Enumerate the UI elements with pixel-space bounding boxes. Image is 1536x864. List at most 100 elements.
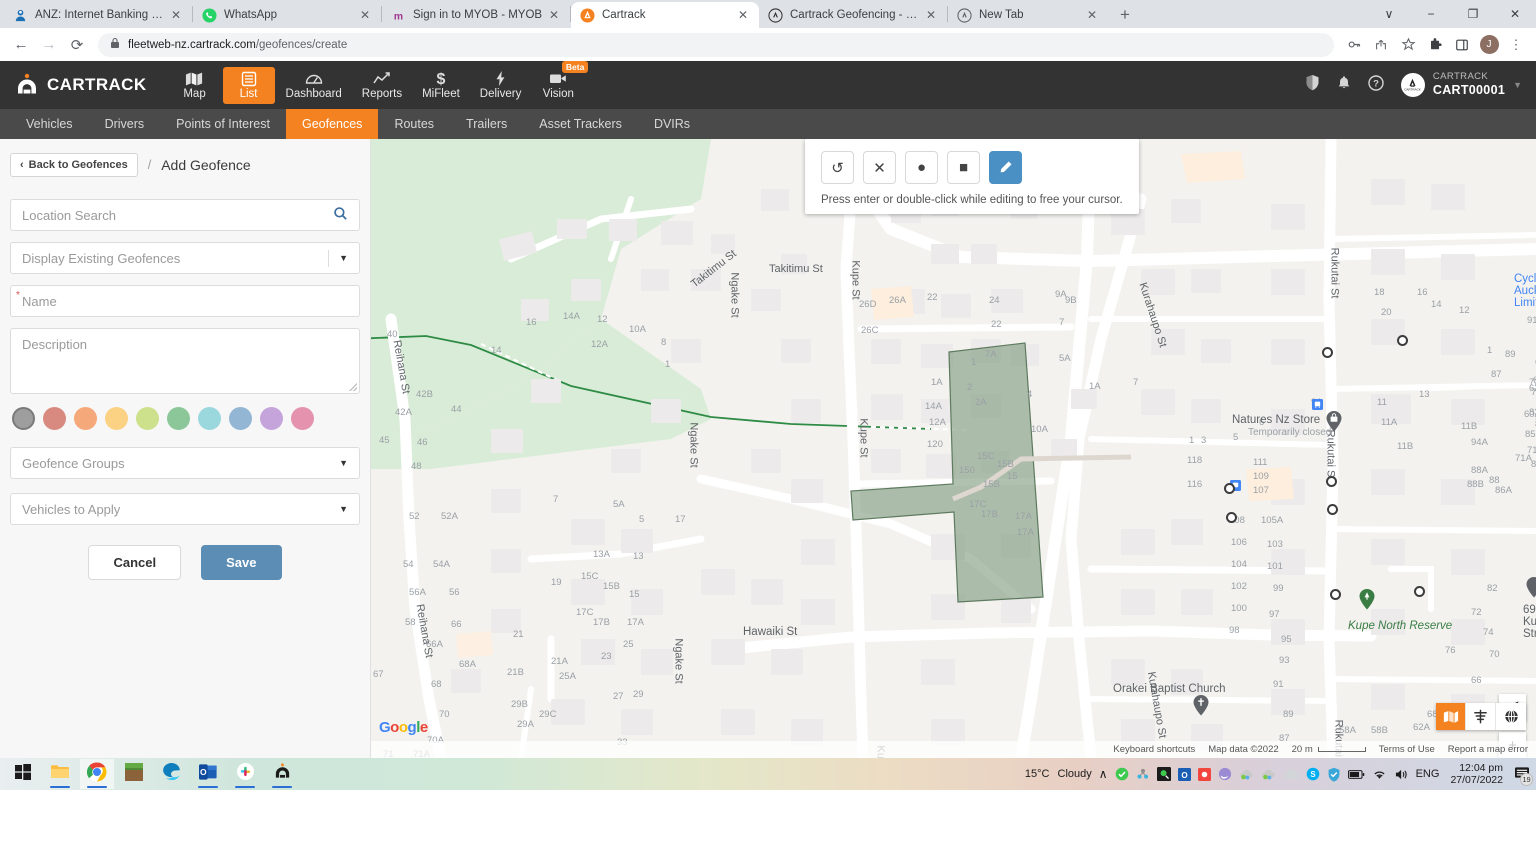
color-swatch-blue[interactable]	[229, 407, 252, 430]
color-swatch-green[interactable]	[167, 407, 190, 430]
back-to-geofences-button[interactable]: ‹ Back to Geofences	[10, 153, 138, 177]
subnav-item-dvirs[interactable]: DVIRs	[638, 109, 706, 139]
help-icon[interactable]: ?	[1368, 75, 1384, 95]
nav-item-mifleet[interactable]: $ MiFleet	[413, 67, 469, 104]
wifi-icon[interactable]	[1372, 768, 1387, 780]
globe-icon[interactable]	[1496, 703, 1526, 730]
geofence-groups-select[interactable]: Geofence Groups ▼	[10, 447, 360, 479]
cartrack-logo[interactable]: CARTRACK	[14, 72, 147, 98]
color-swatch-lime[interactable]	[136, 407, 159, 430]
language-indicator[interactable]: ENG	[1416, 768, 1440, 780]
screen-icon[interactable]	[1157, 767, 1171, 781]
back-icon[interactable]: ←	[8, 32, 34, 58]
subnav-item-vehicles[interactable]: Vehicles	[10, 109, 89, 139]
nav-item-delivery[interactable]: Delivery	[471, 67, 531, 104]
color-swatch-pink[interactable]	[291, 407, 314, 430]
new-tab-button[interactable]: +	[1111, 2, 1139, 28]
map-layers-icon[interactable]	[1436, 703, 1466, 730]
file-explorer-button[interactable]	[43, 759, 77, 789]
extensions-icon[interactable]	[1423, 33, 1447, 57]
nav-item-map[interactable]: Map	[169, 67, 221, 104]
subnav-item-asset-trackers[interactable]: Asset Trackers	[523, 109, 638, 139]
red-app-icon[interactable]	[1198, 768, 1211, 781]
cancel-button[interactable]: Cancel	[88, 545, 181, 580]
nav-item-reports[interactable]: Reports	[353, 67, 411, 104]
bookmark-star-icon[interactable]	[1396, 33, 1420, 57]
share-icon[interactable]	[1369, 33, 1393, 57]
chevron-down-icon[interactable]: ▼	[339, 253, 348, 263]
color-swatch-red[interactable]	[43, 407, 66, 430]
keyboard-shortcuts-link[interactable]: Keyboard shortcuts	[1113, 744, 1195, 755]
browser-tab[interactable]: Cartrack Geofencing - Cartrack™ ✕	[759, 2, 947, 28]
shield-icon[interactable]	[1305, 74, 1320, 95]
square-icon[interactable]: ■	[947, 151, 980, 184]
pencil-icon[interactable]	[989, 151, 1022, 184]
notification-center-button[interactable]: 19	[1514, 766, 1530, 783]
edge-tray-icon[interactable]	[1218, 767, 1232, 781]
search-icon[interactable]	[333, 206, 348, 224]
circle-icon[interactable]: ●	[905, 151, 938, 184]
color-swatch-yellow[interactable]	[105, 407, 128, 430]
undo-icon[interactable]: ↺	[821, 151, 854, 184]
subnav-item-drivers[interactable]: Drivers	[89, 109, 161, 139]
close-window-button[interactable]: ✕	[1494, 0, 1536, 28]
close-icon[interactable]: ✕	[168, 7, 184, 23]
terms-of-use-link[interactable]: Terms of Use	[1379, 744, 1435, 755]
location-search-input[interactable]: Location Search	[10, 199, 360, 231]
subnav-item-points-of-interest[interactable]: Points of Interest	[160, 109, 286, 139]
close-icon[interactable]: ✕	[357, 7, 373, 23]
address-bar[interactable]: fleetweb-nz.cartrack.com/geofences/creat…	[98, 33, 1334, 57]
close-icon[interactable]: ✕	[546, 7, 562, 23]
street-view-icon[interactable]	[1466, 703, 1496, 730]
volume-icon[interactable]	[1394, 768, 1409, 781]
browser-tab-active[interactable]: Cartrack ✕	[571, 2, 759, 28]
onedrive-sync-icon-2[interactable]	[1261, 767, 1276, 781]
checkmark-icon[interactable]	[1115, 767, 1129, 781]
network-share-icon[interactable]	[1136, 767, 1150, 781]
close-icon[interactable]: ✕	[1084, 7, 1100, 23]
close-icon[interactable]: ✕	[923, 7, 939, 23]
google-chrome-button[interactable]	[80, 759, 114, 789]
display-existing-geofences-select[interactable]: Display Existing Geofences ▼	[10, 242, 360, 274]
forward-icon[interactable]: →	[36, 32, 62, 58]
color-swatch-cyan[interactable]	[198, 407, 221, 430]
cartrack-app-button[interactable]	[265, 759, 299, 789]
color-swatch-orange[interactable]	[74, 407, 97, 430]
maximize-button[interactable]: ❐	[1452, 0, 1494, 28]
browser-tab[interactable]: m Sign in to MYOB - MYOB ✕	[382, 2, 570, 28]
sidepanel-icon[interactable]	[1450, 33, 1474, 57]
close-icon[interactable]: ✕	[735, 7, 751, 23]
weather-widget[interactable]: 15°C Cloudy	[1025, 768, 1092, 780]
nav-item-dashboard[interactable]: Dashboard	[277, 67, 351, 104]
profile-avatar[interactable]: J	[1477, 33, 1501, 57]
account-switcher[interactable]: CARTRACK CARTRACK CART00001 ▼	[1401, 72, 1522, 97]
report-map-error-link[interactable]: Report a map error	[1448, 744, 1528, 755]
nav-item-vision[interactable]: Beta Vision	[532, 67, 584, 104]
show-hidden-icons-button[interactable]: ∧	[1099, 767, 1108, 781]
cloud-icon[interactable]	[1283, 768, 1299, 781]
browser-tab[interactable]: WhatsApp ✕	[193, 2, 381, 28]
close-icon[interactable]: ✕	[863, 151, 896, 184]
bell-icon[interactable]	[1337, 75, 1351, 95]
name-input[interactable]: * Name	[10, 285, 360, 317]
chevron-down-icon[interactable]: ▼	[339, 504, 348, 514]
microsoft-edge-button[interactable]	[154, 759, 188, 789]
map-canvas[interactable]: Takitimu St Takitimu St Ngake St Kupe St…	[371, 139, 1536, 758]
browser-menu-icon[interactable]: ⋮	[1504, 33, 1528, 57]
minecraft-button[interactable]	[117, 759, 151, 789]
reload-icon[interactable]: ⟳	[64, 32, 90, 58]
minimize-button[interactable]: −	[1410, 0, 1452, 28]
skype-icon[interactable]: S	[1306, 767, 1320, 781]
chevron-down-icon[interactable]: ▼	[1513, 80, 1522, 90]
nav-item-list[interactable]: List	[223, 67, 275, 104]
tab-search-button[interactable]: ∨	[1368, 0, 1410, 28]
description-textarea[interactable]: Description	[10, 328, 360, 394]
color-swatch-purple[interactable]	[260, 407, 283, 430]
color-swatch-grey[interactable]	[12, 407, 35, 430]
security-icon[interactable]	[1327, 767, 1341, 782]
subnav-item-routes[interactable]: Routes	[378, 109, 450, 139]
browser-tab[interactable]: New Tab ✕	[948, 2, 1108, 28]
clock[interactable]: 12:04 pm 27/07/2022	[1450, 762, 1503, 786]
save-button[interactable]: Save	[201, 545, 281, 580]
subnav-item-geofences[interactable]: Geofences	[286, 109, 378, 139]
